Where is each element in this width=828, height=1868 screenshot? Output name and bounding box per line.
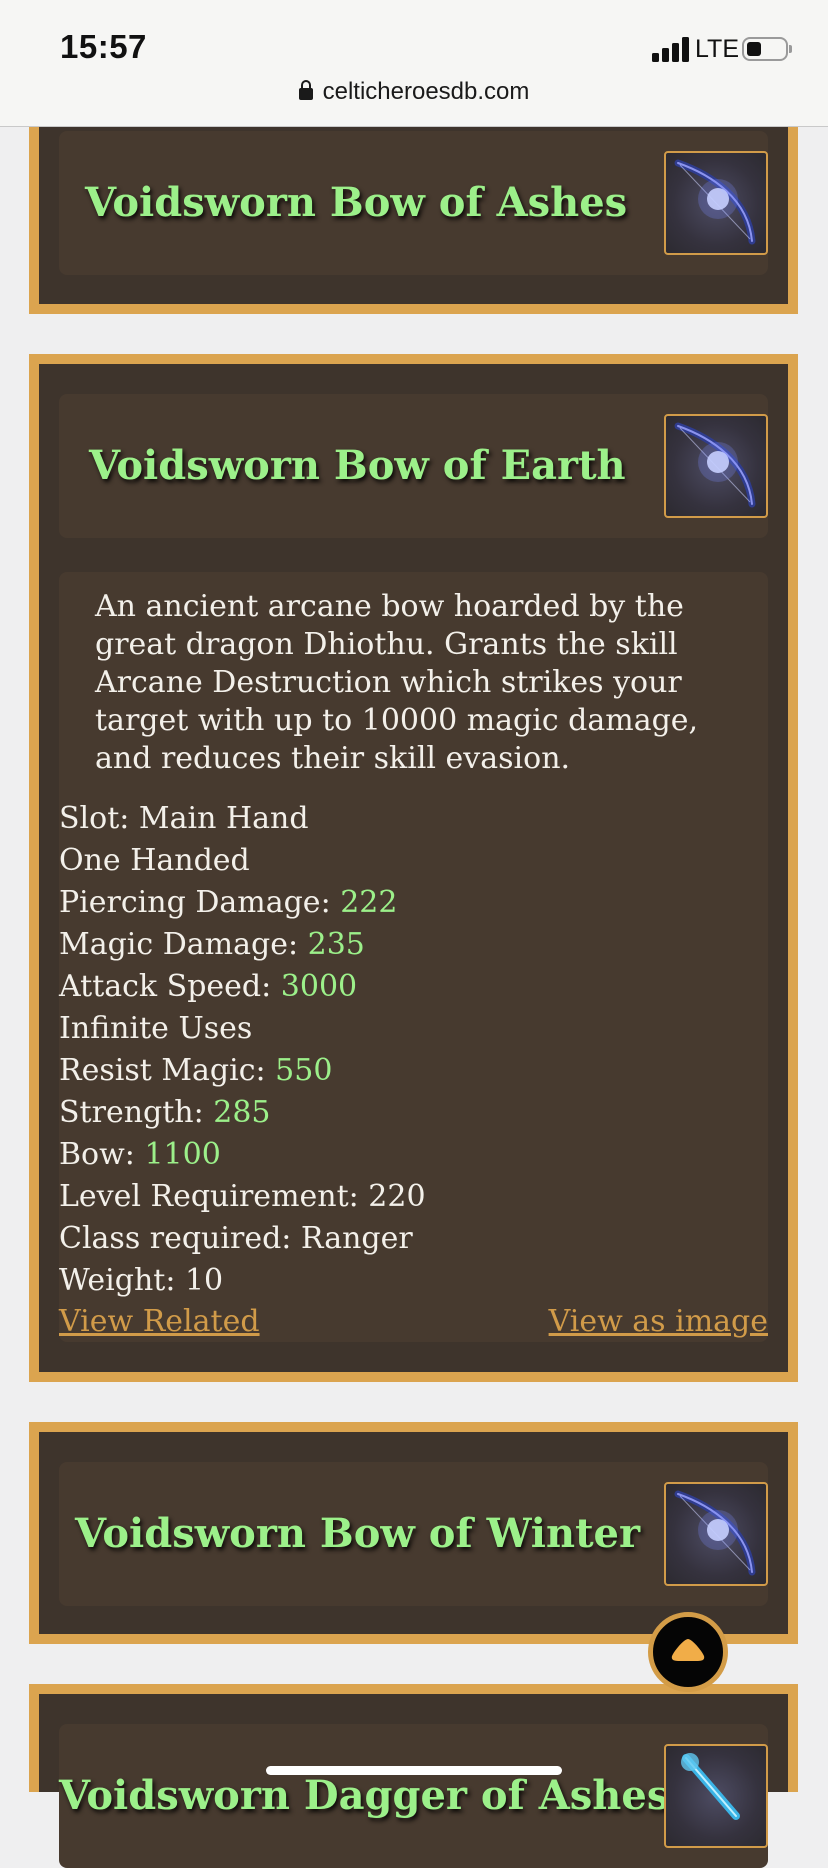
stat-weight: Weight: 10 — [59, 1263, 224, 1298]
item-title[interactable]: Voidsworn Bow of Ashes — [85, 131, 627, 275]
stat-resist-magic: Resist Magic: 550 — [59, 1053, 333, 1088]
item-description: An ancient arcane bow hoarded by the gre… — [95, 589, 699, 776]
status-time: 15:57 — [60, 28, 147, 65]
battery-icon — [742, 37, 788, 61]
stat-piercing-damage: Piercing Damage: 222 — [59, 885, 398, 920]
lock-icon — [298, 80, 313, 100]
scroll-to-top-button[interactable] — [648, 1612, 728, 1692]
bow-icon[interactable] — [664, 414, 768, 518]
item-details: An ancient arcane bow hoarded by the gre… — [59, 572, 768, 1342]
item-card: Voidsworn Bow of Ashes — [29, 96, 798, 314]
battery-nub — [789, 45, 792, 53]
item-header[interactable]: Voidsworn Dagger of Ashes — [59, 1724, 768, 1868]
chevron-up-icon — [671, 1639, 705, 1661]
stat-attack-speed: Attack Speed: 3000 — [59, 969, 358, 1004]
network-type: LTE — [695, 35, 739, 63]
dagger-icon[interactable] — [664, 1744, 768, 1848]
home-indicator[interactable] — [266, 1766, 562, 1775]
cellular-signal-icon — [652, 36, 692, 62]
item-title[interactable]: Voidsworn Bow of Earth — [89, 394, 626, 538]
item-header[interactable]: Voidsworn Bow of Ashes — [59, 131, 768, 275]
status-bar: 15:57 LTE celticheroesdb.com — [0, 0, 828, 127]
stat-strength: Strength: 285 — [59, 1095, 271, 1130]
stat-slot: Slot: Main Hand — [59, 801, 309, 836]
item-title[interactable]: Voidsworn Dagger of Ashes — [59, 1724, 669, 1868]
view-related-link[interactable]: View Related — [59, 1301, 260, 1343]
item-card: Voidsworn Dagger of Ashes — [29, 1684, 798, 1868]
item-header[interactable]: Voidsworn Bow of Winter — [59, 1462, 768, 1606]
item-title[interactable]: Voidsworn Bow of Winter — [75, 1462, 640, 1606]
item-card: Voidsworn Bow of Earth An ancient arcane… — [29, 354, 798, 1382]
stat-uses: Infinite Uses — [59, 1011, 253, 1046]
url-text: celticheroesdb.com — [322, 78, 530, 105]
bow-icon[interactable] — [664, 1482, 768, 1586]
stat-level-requirement: Level Requirement: 220 — [59, 1179, 426, 1214]
stat-handedness: One Handed — [59, 843, 250, 878]
item-card: Voidsworn Bow of Winter — [29, 1422, 798, 1644]
stat-magic-damage: Magic Damage: 235 — [59, 927, 365, 962]
item-header[interactable]: Voidsworn Bow of Earth — [59, 394, 768, 538]
bow-icon[interactable] — [664, 151, 768, 255]
address-bar[interactable]: celticheroesdb.com — [0, 78, 828, 106]
stat-bow-skill: Bow: 1100 — [59, 1137, 221, 1172]
view-as-image-link[interactable]: View as image — [549, 1301, 768, 1343]
stat-class-required: Class required: Ranger — [59, 1221, 413, 1256]
item-stats: Slot: Main Hand One Handed Piercing Dama… — [59, 798, 426, 1302]
